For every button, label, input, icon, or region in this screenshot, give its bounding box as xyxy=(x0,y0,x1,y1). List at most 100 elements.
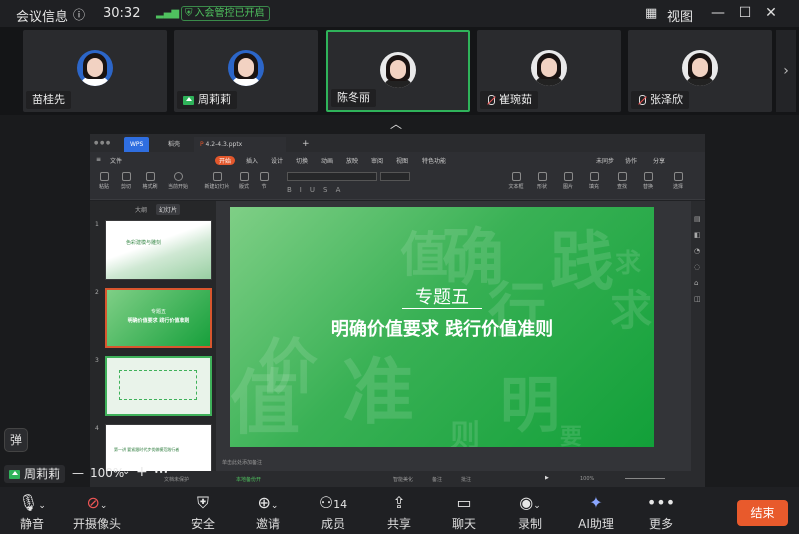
share-button[interactable]: 分享 xyxy=(653,156,665,165)
record-button[interactable]: ◉⌄ 录制 xyxy=(500,493,560,532)
share-screen-button[interactable]: ⇪ 共享 xyxy=(369,493,429,532)
menu-insert[interactable]: 插入 xyxy=(246,156,258,165)
chat-button[interactable]: ▭ 聊天 xyxy=(434,493,494,532)
comments-toggle[interactable]: 批注 xyxy=(461,476,471,483)
notes-toggle[interactable]: 备注 xyxy=(432,476,442,483)
participant-name-tag: 崔琬茹 xyxy=(480,91,538,109)
wps-tab-bar: ● ● ● WPS 稻壳 P 4.2-4.3.pptx + xyxy=(90,134,705,152)
meeting-timer: 30:32 xyxy=(103,6,141,21)
participant-tile-active[interactable]: 陈冬丽 xyxy=(326,30,470,112)
current-slide[interactable]: 践 求 行 价 值 准 确 明 则 要 求 值 专题五 明确价值要求 践行价值准… xyxy=(230,207,654,447)
thumb-title: 色彩建模与雕刻 xyxy=(126,240,162,246)
menu-transition[interactable]: 切换 xyxy=(296,156,308,165)
new-slide-button[interactable]: 新建幻灯片 xyxy=(202,172,232,190)
participant-tile[interactable]: 苗桂先 xyxy=(23,30,167,112)
zoom-out-button[interactable]: — xyxy=(72,466,84,480)
select-button[interactable]: 选择 xyxy=(666,172,690,190)
panel-tab-slides[interactable]: 幻灯片 xyxy=(156,204,181,215)
collab-button[interactable]: 协作 xyxy=(625,156,637,165)
font-select[interactable] xyxy=(287,172,377,181)
replace-button[interactable]: 替换 xyxy=(636,172,660,190)
security-badge[interactable]: ⛨ 入会管控已开启 xyxy=(181,6,270,21)
menu-review[interactable]: 审阅 xyxy=(371,156,383,165)
smart-beautify[interactable]: 智能美化 xyxy=(393,476,413,483)
chevron-down-icon[interactable]: ⌄ xyxy=(122,466,130,477)
menu-features[interactable]: 特色功能 xyxy=(422,156,446,165)
cut-button[interactable]: 剪切 xyxy=(114,172,138,190)
new-tab-icon[interactable]: + xyxy=(296,137,316,152)
tab-pptx[interactable]: P 4.2-4.3.pptx xyxy=(194,137,286,152)
wps-zoom[interactable]: 100% xyxy=(580,476,594,482)
security-button[interactable]: ⛨ 安全 xyxy=(173,493,233,532)
menu-view[interactable]: 视图 xyxy=(396,156,408,165)
zoom-level[interactable]: 100% xyxy=(90,466,124,480)
record-icon: ◉⌄ xyxy=(519,493,541,512)
menu-home[interactable]: 开始 xyxy=(215,156,236,165)
close-icon[interactable]: ✕ xyxy=(761,4,781,22)
participant-tile[interactable]: 周莉莉 xyxy=(174,30,318,112)
text-format-buttons[interactable]: BIUSA xyxy=(287,186,348,194)
more-options-button[interactable]: ••• xyxy=(154,468,168,477)
more-icon: ••• xyxy=(646,493,676,512)
paste-button[interactable]: 粘贴 xyxy=(92,172,116,190)
view-icon[interactable]: ▦ xyxy=(645,6,657,21)
play-icon[interactable]: ▶ xyxy=(545,475,549,481)
play-from-current-button[interactable]: 当前开始 xyxy=(166,172,190,190)
menu-design[interactable]: 设计 xyxy=(271,156,283,165)
slide-number: 1 xyxy=(95,221,99,228)
backup-status[interactable]: 本地备份开 xyxy=(236,476,261,483)
participant-name-tag: 张泽欣 xyxy=(631,91,689,109)
slide-thumb-3[interactable] xyxy=(105,356,212,416)
find-button[interactable]: 查找 xyxy=(610,172,634,190)
menu-animation[interactable]: 动画 xyxy=(321,156,333,165)
view-label[interactable]: 视图 xyxy=(667,6,693,25)
side-tools-icons[interactable]: ▤ ◧ ◔ ◌ ⌂ ◫ xyxy=(694,211,701,307)
wps-status-bar: 文档未保护 本地备份开 智能美化 备注 批注 ▶ 100% xyxy=(90,471,705,487)
slide-number: 2 xyxy=(95,289,99,296)
textbox-button[interactable]: 文本框 xyxy=(504,172,528,190)
menu-icon[interactable]: ≡ xyxy=(96,156,101,163)
ai-icon: ✦ xyxy=(589,493,603,512)
participant-tile[interactable]: 崔琬茹 xyxy=(477,30,621,112)
participant-tile[interactable]: 张泽欣 xyxy=(628,30,772,112)
slide-thumb-1[interactable]: 色彩建模与雕刻 xyxy=(105,220,212,280)
maximize-icon[interactable]: ☐ xyxy=(735,4,755,22)
meeting-info-label[interactable]: 会议信息 xyxy=(16,6,68,25)
tab-docer[interactable]: 稻壳 xyxy=(162,137,186,152)
mic-muted-icon xyxy=(637,94,646,106)
menu-slideshow[interactable]: 放映 xyxy=(346,156,358,165)
end-meeting-button[interactable]: 结束 xyxy=(737,500,788,526)
picture-button[interactable]: 图片 xyxy=(556,172,580,190)
slide-thumb-2[interactable]: 专题五 明确价值要求 践行价值准则 xyxy=(105,288,212,348)
subtitle-underline xyxy=(402,308,482,309)
mute-button[interactable]: 🎙︎⌄ 静音 xyxy=(2,493,62,532)
more-button[interactable]: ••• 更多 xyxy=(631,493,691,532)
tab-wps[interactable]: WPS xyxy=(124,137,150,152)
chevron-right-icon[interactable]: › xyxy=(776,30,796,112)
notes-placeholder[interactable]: 单击此处添加备注 xyxy=(222,459,262,466)
avatar xyxy=(682,50,718,86)
menu-file[interactable]: 文件 xyxy=(110,156,122,165)
chevron-up-icon[interactable]: ︿ xyxy=(390,115,402,132)
fill-button[interactable]: 填充 xyxy=(582,172,606,190)
sharer-tag: 周莉莉 xyxy=(4,465,66,483)
zoom-slider[interactable] xyxy=(625,478,665,479)
start-video-button[interactable]: ⊘⌄ 开摄像头 xyxy=(67,493,127,532)
format-painter-button[interactable]: 格式刷 xyxy=(138,172,162,190)
camera-off-icon: ⊘⌄ xyxy=(86,493,108,512)
zoom-in-button[interactable]: + xyxy=(136,464,148,480)
members-button[interactable]: ⚇14 成员 xyxy=(303,493,363,532)
bg-char: 值 xyxy=(230,361,300,444)
font-size-select[interactable] xyxy=(380,172,410,181)
ai-assistant-button[interactable]: ✦ AI助理 xyxy=(566,493,626,532)
minimize-icon[interactable]: — xyxy=(708,4,728,22)
info-icon[interactable]: ⓘ xyxy=(73,6,85,23)
invite-button[interactable]: ⊕⌄ 邀请 xyxy=(238,493,298,532)
panel-tab-outline[interactable]: 大纲 xyxy=(135,205,147,214)
danmu-icon[interactable]: 弹 xyxy=(4,428,28,452)
shape-button[interactable]: 形状 xyxy=(530,172,554,190)
security-badge-label: 入会管控已开启 xyxy=(194,8,265,19)
participant-name: 苗桂先 xyxy=(32,93,65,106)
section-button[interactable]: 节 xyxy=(252,172,276,190)
sync-status[interactable]: 未同步 xyxy=(596,156,614,165)
